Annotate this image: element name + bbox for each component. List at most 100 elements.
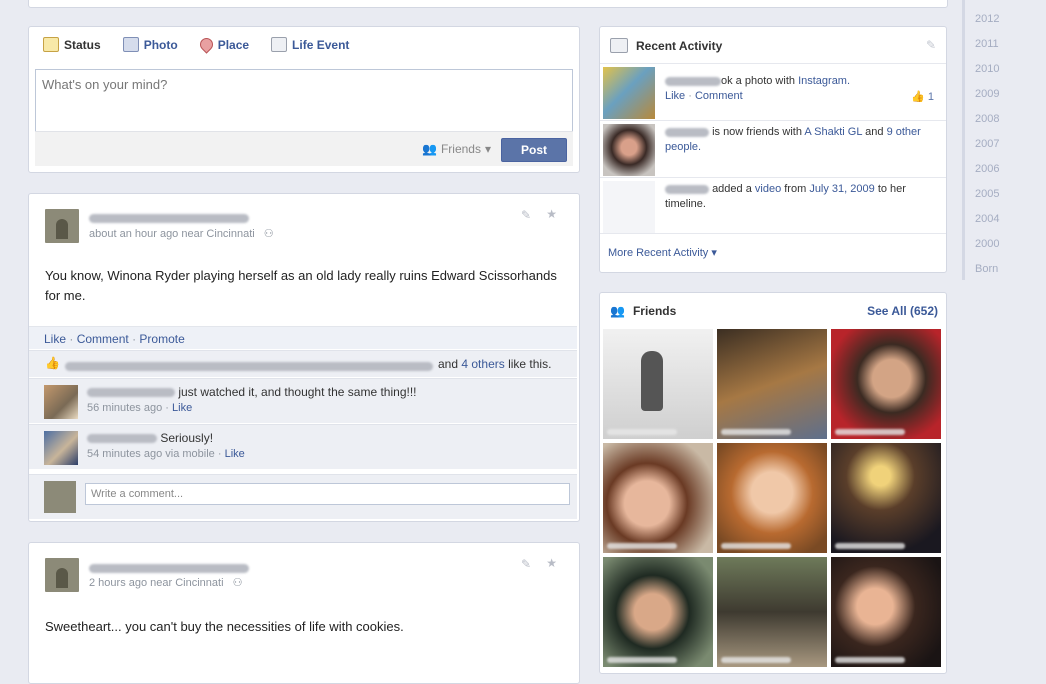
- edit-pencil-icon[interactable]: ✎: [926, 38, 936, 52]
- year-link[interactable]: 2011: [975, 38, 999, 50]
- comment-link[interactable]: Comment: [77, 332, 129, 346]
- more-recent-activity-link[interactable]: More Recent Activity ▾: [608, 246, 717, 259]
- friend-tile[interactable]: [831, 443, 941, 553]
- tab-status[interactable]: Status: [43, 37, 101, 52]
- avatar[interactable]: [45, 558, 79, 592]
- friends-grid: [603, 329, 941, 667]
- year-link[interactable]: 2006: [975, 163, 999, 175]
- composer-footer: 👥 Friends ▾ Post: [35, 131, 573, 166]
- video-link[interactable]: video: [755, 183, 781, 195]
- date-link[interactable]: July 31, 2009: [809, 183, 874, 195]
- comment-meta: 54 minutes ago via mobile · Like: [87, 448, 245, 460]
- tab-life-event-label: Life Event: [292, 37, 350, 52]
- activity-pre: is now friends with: [712, 126, 802, 138]
- tab-place[interactable]: Place: [196, 35, 249, 54]
- friend-link[interactable]: A Shakti GL: [804, 126, 862, 138]
- edit-pencil-icon[interactable]: ✎: [521, 557, 531, 571]
- tab-photo[interactable]: Photo: [122, 37, 178, 52]
- star-icon[interactable]: ★: [546, 556, 557, 570]
- see-all-friends-link[interactable]: See All (652): [867, 304, 938, 318]
- activity-text: added a video from July 31, 2009 to her …: [665, 182, 935, 212]
- activity-mid: and: [865, 126, 884, 138]
- post-actions: Like · Comment · Promote: [29, 326, 577, 349]
- post-text: You know, Winona Ryder playing herself a…: [45, 268, 557, 303]
- activity-text: is now friends with A Shakti GL and 9 ot…: [665, 125, 935, 155]
- like-link[interactable]: Like: [665, 90, 685, 102]
- comment-time: 54 minutes ago via mobile: [87, 448, 215, 460]
- chevron-down-icon: ▾: [711, 247, 717, 259]
- star-icon[interactable]: ★: [546, 207, 557, 221]
- year-link[interactable]: 2000: [975, 238, 999, 250]
- commenter-avatar[interactable]: [44, 431, 78, 465]
- comment-input[interactable]: Write a comment...: [85, 483, 570, 505]
- friend-tile[interactable]: [717, 557, 827, 667]
- commenter-name[interactable]: [87, 388, 175, 398]
- chevron-down-icon: ▾: [484, 142, 491, 156]
- post-button[interactable]: Post: [501, 138, 567, 162]
- friend-tile[interactable]: [717, 443, 827, 553]
- year-link-born[interactable]: Born: [975, 263, 998, 275]
- activity-thumbnail[interactable]: [603, 67, 655, 119]
- status-composer: Status Photo Place Life Event What's on …: [28, 26, 580, 173]
- activity-mid: from: [784, 183, 807, 195]
- activity-text: ok a photo with Instagram. Like · Commen…: [665, 75, 851, 102]
- comment-text: Seriously!: [87, 431, 213, 445]
- likes-summary: 👍 and 4 others like this.: [29, 350, 577, 377]
- friend-tile[interactable]: [603, 557, 713, 667]
- status-placeholder: What's on your mind?: [42, 77, 168, 92]
- friends-header: 👥 Friends: [610, 304, 676, 318]
- like-count-value: 1: [927, 91, 934, 103]
- friend-tile[interactable]: [831, 557, 941, 667]
- instagram-link[interactable]: Instagram.: [798, 75, 850, 87]
- edit-pencil-icon[interactable]: ✎: [521, 208, 531, 222]
- actor-name[interactable]: [665, 76, 721, 86]
- audience-label: Friends: [440, 142, 481, 156]
- like-link[interactable]: Like: [44, 332, 66, 346]
- post-time-location: 2 hours ago near Cincinnati: [89, 577, 224, 589]
- friend-tile[interactable]: [717, 329, 827, 439]
- tab-photo-label: Photo: [143, 37, 178, 52]
- year-link[interactable]: 2007: [975, 138, 999, 150]
- comment-like-link[interactable]: Like: [172, 402, 192, 414]
- likes-and: and: [438, 357, 459, 371]
- commenter-name[interactable]: [87, 434, 157, 444]
- year-link[interactable]: 2010: [975, 63, 999, 75]
- comment-body: just watched it, and thought the same th…: [178, 385, 417, 399]
- author-name[interactable]: [89, 561, 249, 575]
- year-link[interactable]: 2009: [975, 88, 999, 100]
- comment-link[interactable]: Comment: [695, 90, 743, 102]
- friend-tile[interactable]: [603, 329, 713, 439]
- year-link[interactable]: 2005: [975, 188, 999, 200]
- activity-thumbnail[interactable]: [603, 124, 655, 176]
- likes-suffix: like this.: [508, 357, 552, 371]
- actor-name[interactable]: [665, 184, 709, 194]
- friends-icon: 👥: [610, 304, 625, 318]
- year-link[interactable]: 2008: [975, 113, 999, 125]
- year-link[interactable]: 2004: [975, 213, 999, 225]
- like-count[interactable]: 👍 1: [911, 90, 934, 103]
- commenter-avatar[interactable]: [44, 385, 78, 419]
- likers-names[interactable]: [65, 359, 433, 373]
- status-input[interactable]: What's on your mind?: [35, 69, 573, 133]
- recent-activity-header: Recent Activity: [610, 38, 722, 53]
- promote-link[interactable]: Promote: [139, 332, 184, 346]
- actor-name[interactable]: [665, 127, 709, 137]
- friend-tile[interactable]: [603, 443, 713, 553]
- comment-meta: 56 minutes ago · Like: [87, 402, 193, 414]
- post-meta: about an hour ago near Cincinnati ⚇: [89, 227, 274, 240]
- timeline-year-nav: 2012 2011 2010 2009 2008 2007 2006 2005 …: [962, 0, 1046, 280]
- audience-icon: ⚇: [232, 577, 243, 589]
- friends-box: 👥 Friends See All (652): [599, 292, 947, 674]
- recent-activity-title: Recent Activity: [636, 38, 723, 53]
- friend-tile[interactable]: [831, 329, 941, 439]
- comment-like-link[interactable]: Like: [225, 448, 245, 460]
- comment-body: Seriously!: [160, 431, 214, 445]
- author-name[interactable]: [89, 211, 249, 225]
- audience-selector[interactable]: 👥 Friends ▾: [422, 142, 491, 156]
- avatar[interactable]: [45, 209, 79, 243]
- place-pin-icon: [196, 35, 216, 54]
- likes-others-link[interactable]: 4 others: [461, 357, 504, 371]
- top-section-edge: [28, 0, 948, 8]
- year-link[interactable]: 2012: [975, 13, 999, 25]
- tab-life-event[interactable]: Life Event: [271, 37, 349, 52]
